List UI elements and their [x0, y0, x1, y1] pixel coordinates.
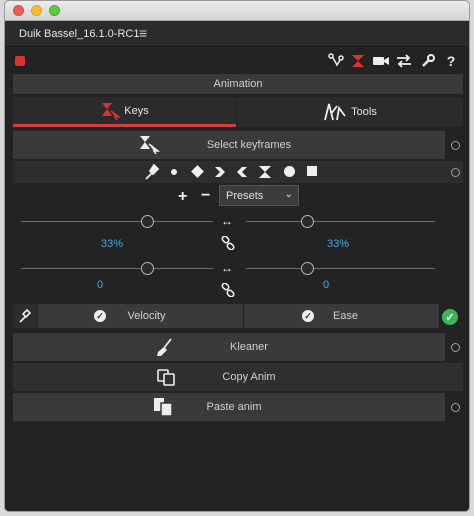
swap-velocity-icon[interactable]: ↔	[221, 262, 233, 274]
velocity-in-slider-track[interactable]	[21, 268, 213, 269]
velocity-picker-button[interactable]	[13, 304, 37, 328]
influence-out-value[interactable]: 33%	[318, 238, 358, 250]
paste-anim-button[interactable]: Paste anim	[13, 393, 445, 421]
select-keyframes-button[interactable]: Select keyframes	[13, 131, 445, 159]
auto-bezier-icon[interactable]	[284, 166, 295, 177]
keys-tab-icon	[102, 102, 121, 120]
velocity-out-slider-handle[interactable]	[301, 262, 314, 275]
tab-keys[interactable]: Keys	[13, 97, 236, 127]
animation-icon[interactable]	[349, 52, 367, 70]
settings-icon[interactable]	[419, 52, 437, 70]
linear-key-icon[interactable]	[171, 169, 177, 175]
broom-icon	[157, 338, 172, 356]
close-button[interactable]	[13, 5, 24, 16]
velocity-check-icon: ✓	[94, 310, 106, 322]
tab-tools[interactable]: Tools	[237, 97, 463, 127]
velocity-label: Velocity	[127, 310, 166, 322]
ease-label: Ease	[332, 310, 359, 322]
velocity-button[interactable]: ✓ Velocity	[38, 304, 243, 328]
panel-title[interactable]: Duik Bassel_16.1.0-RC1	[19, 28, 139, 40]
select-keyframes-icon	[140, 136, 160, 155]
tab-keys-label: Keys	[124, 104, 149, 117]
influence-in-value[interactable]: 33%	[92, 238, 132, 250]
select-keyframes-options-icon[interactable]	[451, 141, 460, 150]
influence-out-slider-track[interactable]	[246, 221, 435, 222]
influence-out-slider-handle[interactable]	[301, 215, 314, 228]
tab-tools-label: Tools	[351, 106, 377, 118]
kleaner-button[interactable]: Kleaner	[13, 333, 445, 361]
interpolation-options-icon[interactable]	[451, 168, 460, 177]
eyedropper-icon	[19, 308, 32, 323]
section-title: Animation	[213, 78, 263, 90]
apply-check-icon[interactable]: ✓	[442, 309, 458, 325]
remove-preset-icon[interactable]: −	[201, 188, 210, 204]
paste-icon	[154, 398, 173, 417]
duik-panel-window: Duik Bassel_16.1.0-RC1 ≡ ? Animation Key…	[4, 0, 470, 512]
minimize-button[interactable]	[31, 5, 42, 16]
zoom-button[interactable]	[49, 5, 60, 16]
duik-logo-icon[interactable]	[15, 56, 25, 66]
add-preset-icon[interactable]: +	[178, 189, 187, 205]
panel-menu-icon[interactable]: ≡	[139, 25, 147, 41]
presets-selected: Presets	[226, 189, 264, 202]
copy-icon	[157, 369, 175, 386]
window-titlebar	[5, 1, 469, 21]
panel-header: Duik Bassel_16.1.0-RC1 ≡	[5, 21, 469, 47]
velocity-in-value[interactable]: 0	[80, 279, 120, 291]
copy-anim-button[interactable]: Copy Anim	[13, 363, 463, 391]
select-keyframes-label: Select keyframes	[206, 139, 292, 151]
kleaner-options-icon[interactable]	[451, 343, 460, 352]
section-title-bar: Animation	[13, 74, 463, 94]
velocity-out-value[interactable]: 0	[306, 279, 346, 291]
velocity-out-slider-track[interactable]	[246, 268, 435, 269]
io-icon[interactable]	[395, 52, 413, 70]
link-influence-icon[interactable]	[221, 236, 235, 250]
influence-in-slider-track[interactable]	[21, 221, 213, 222]
velocity-in-slider-handle[interactable]	[141, 262, 154, 275]
tools-tab-icon	[324, 103, 346, 121]
ease-button[interactable]: ✓ Ease	[244, 304, 439, 328]
swap-influence-icon[interactable]: ↔	[221, 215, 233, 227]
copy-anim-label: Copy Anim	[222, 371, 276, 383]
paste-anim-options-icon[interactable]	[451, 403, 460, 412]
ease-out-icon[interactable]	[236, 166, 248, 178]
square-key-icon[interactable]	[307, 166, 317, 176]
interpolation-picker-icon[interactable]	[144, 163, 160, 181]
presets-dropdown[interactable]: Presets ⌄	[219, 185, 299, 206]
help-icon[interactable]: ?	[442, 52, 460, 70]
ease-in-icon[interactable]	[214, 166, 226, 178]
rig-icon[interactable]	[327, 52, 345, 70]
paste-anim-label: Paste anim	[206, 401, 262, 413]
camera-icon[interactable]	[372, 52, 390, 70]
hold-key-icon[interactable]	[258, 165, 272, 179]
influence-in-slider-handle[interactable]	[141, 215, 154, 228]
link-velocity-icon[interactable]	[221, 283, 235, 297]
ease-check-icon: ✓	[302, 310, 314, 322]
chevron-down-icon: ⌄	[284, 189, 293, 200]
ease-key-icon[interactable]	[191, 165, 204, 178]
interpolation-row	[13, 161, 463, 183]
kleaner-label: Kleaner	[230, 341, 268, 353]
main-toolbar: ?	[5, 47, 469, 75]
